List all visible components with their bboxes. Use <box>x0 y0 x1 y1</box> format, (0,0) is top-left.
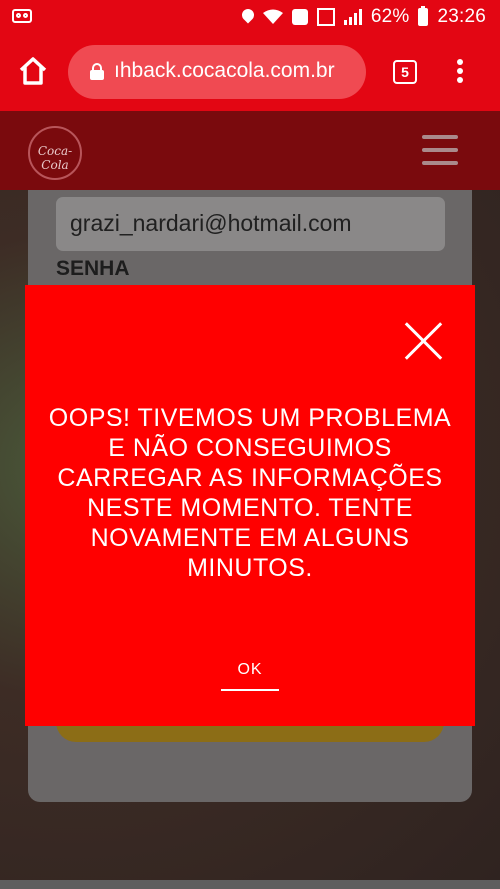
status-icons: 62% 23:26 <box>242 6 486 28</box>
logo-text: Coca-Cola <box>37 144 73 172</box>
error-modal: OOPS! TIVEMOS UM PROBLEMA E NÃO CONSEGUI… <box>25 285 475 726</box>
coca-cola-logo[interactable]: Coca-Cola <box>28 126 82 180</box>
wifi-icon <box>262 9 283 25</box>
data-saver-icon <box>316 8 335 26</box>
error-message: OOPS! TIVEMOS UM PROBLEMA E NÃO CONSEGUI… <box>48 404 452 582</box>
tabs-button[interactable]: 5 <box>393 60 417 84</box>
battery-percent: 62% <box>370 6 410 27</box>
signal-icon <box>343 9 362 25</box>
status-bar: 62% 23:26 <box>0 0 500 34</box>
location-icon <box>242 9 254 25</box>
address-bar[interactable]: ıhback.cocacola.com.br <box>68 45 366 99</box>
email-field[interactable]: grazi_nardari@hotmail.com <box>56 197 445 251</box>
password-label: SENHA <box>56 257 130 280</box>
close-icon[interactable] <box>403 321 443 361</box>
site-header: Coca-Cola <box>0 111 500 190</box>
home-icon[interactable] <box>16 54 50 88</box>
clock: 23:26 <box>437 6 486 27</box>
more-vert-icon[interactable] <box>455 59 465 85</box>
url-text[interactable]: ıhback.cocacola.com.br <box>114 59 335 83</box>
heart-icon <box>291 9 308 25</box>
battery-icon <box>418 6 429 26</box>
navigation-bar <box>0 880 500 889</box>
lock-icon <box>90 63 104 80</box>
voicemail-icon <box>12 9 32 23</box>
hamburger-icon[interactable] <box>422 135 458 165</box>
ok-button[interactable]: OK <box>221 661 279 691</box>
browser-toolbar: ıhback.cocacola.com.br 5 <box>0 34 500 111</box>
